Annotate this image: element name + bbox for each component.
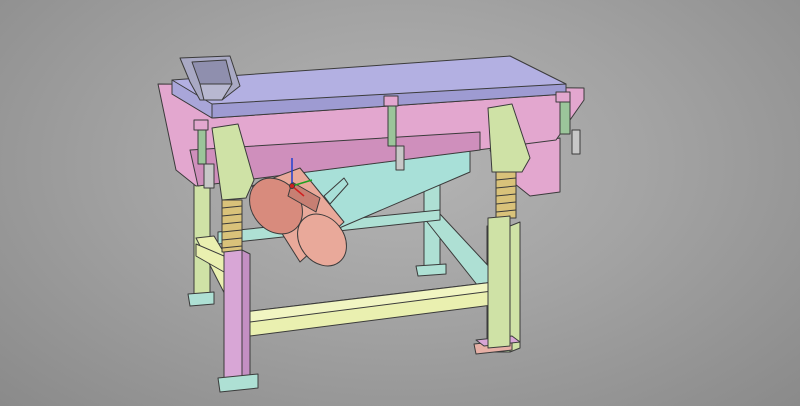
front-right-leg bbox=[487, 215, 511, 349]
front-left-leg-side bbox=[241, 249, 251, 381]
vibrating-screen-model[interactable] bbox=[0, 0, 800, 406]
front-left-leg bbox=[223, 249, 243, 381]
rear-right-leg-front bbox=[509, 221, 521, 353]
front-left-spring bbox=[221, 199, 243, 253]
front-right-spring bbox=[495, 171, 517, 219]
rear-center-foot bbox=[415, 263, 447, 277]
rear-left-foot bbox=[187, 291, 215, 307]
cad-3d-viewport[interactable] bbox=[0, 0, 800, 406]
